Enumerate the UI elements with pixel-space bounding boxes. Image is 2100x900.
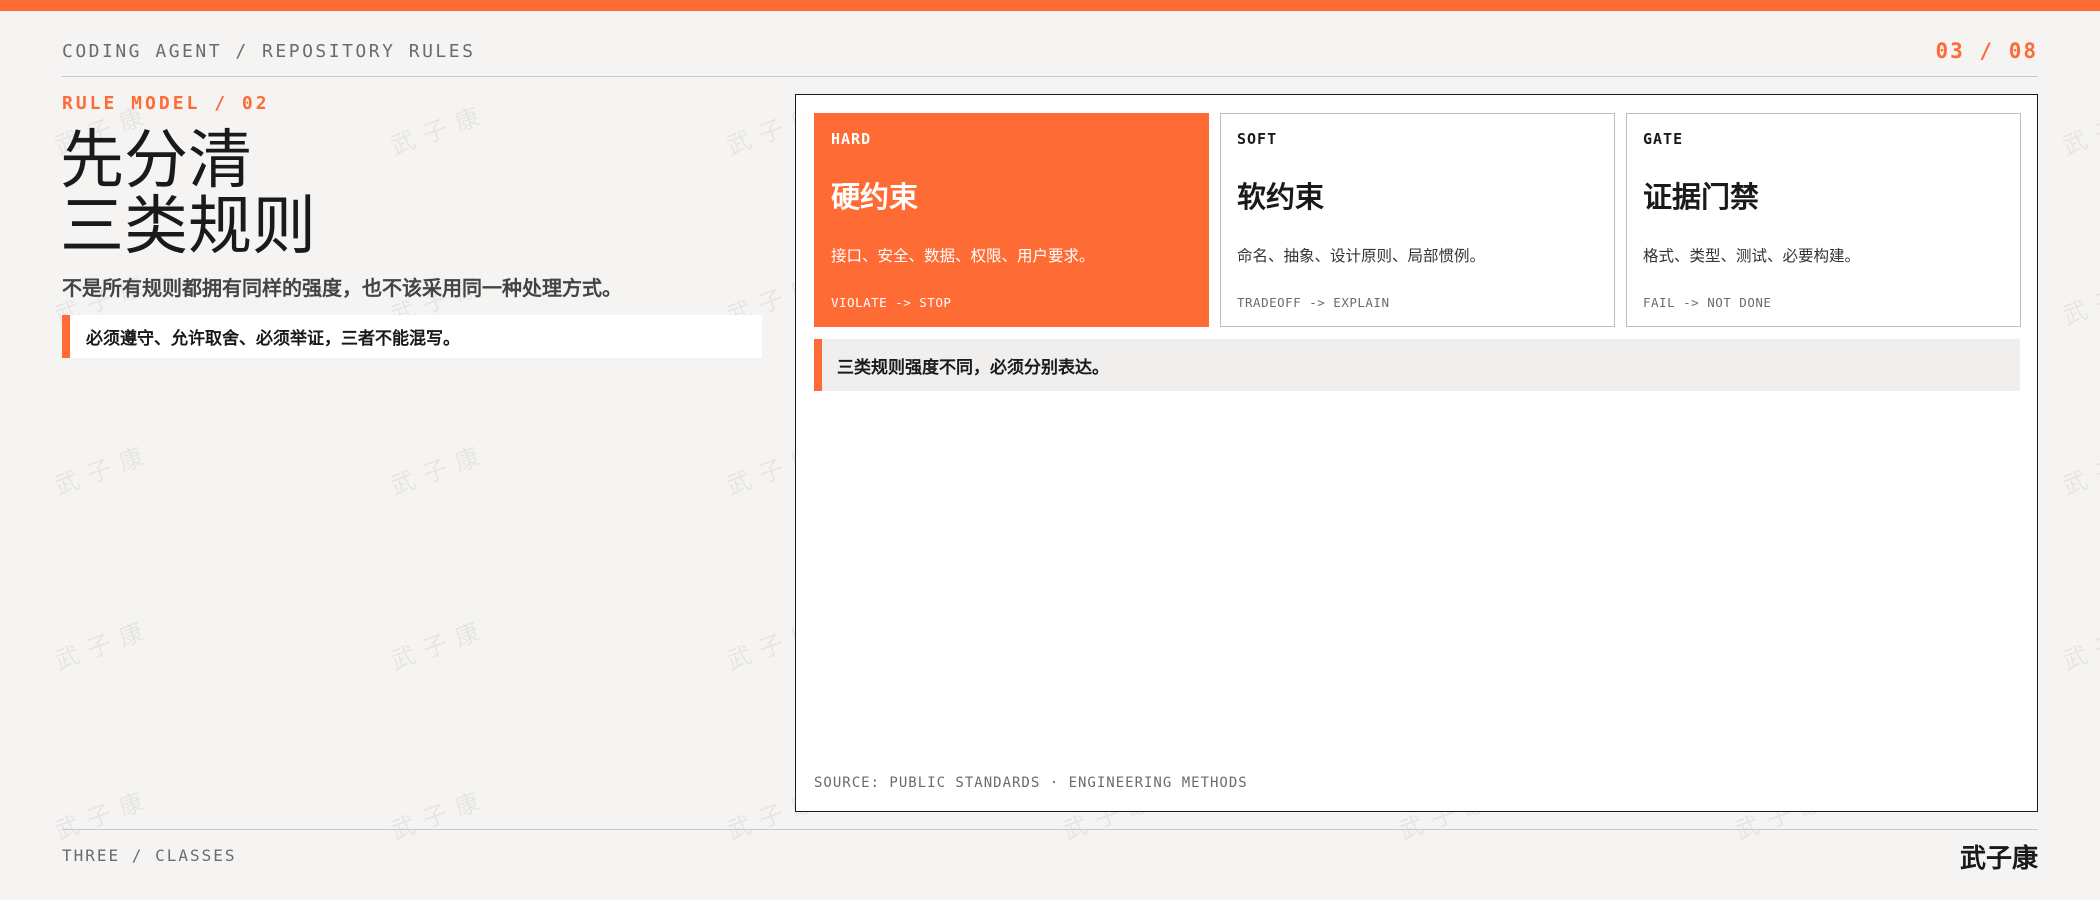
card-heading: 证据门禁 <box>1643 180 1760 214</box>
watermark: 武子康 <box>2059 614 2100 676</box>
watermark: 武子康 <box>2059 99 2100 161</box>
card-description: 格式、类型、测试、必要构建。 <box>1643 247 1861 265</box>
source-caption: SOURCE: PUBLIC STANDARDS · ENGINEERING M… <box>814 775 1248 791</box>
page-counter: 03 / 08 <box>1935 39 2038 63</box>
card-heading: 软约束 <box>1237 180 1325 214</box>
footer-divider <box>62 829 2038 830</box>
card-rule: FAIL -> NOT DONE <box>1643 295 1772 310</box>
watermark: 武子康 <box>51 784 157 846</box>
title-line-1: 先分清 <box>60 124 252 198</box>
panel-note-text: 三类规则强度不同，必须分别表达。 <box>837 357 1109 378</box>
section-eyebrow: RULE MODEL / 02 <box>62 93 270 114</box>
page-title: 先分清 三类规则 <box>60 128 316 260</box>
watermark: 武子康 <box>51 439 157 501</box>
watermark: 武子康 <box>51 614 157 676</box>
card-tag: SOFT <box>1237 130 1278 148</box>
card-description: 命名、抽象、设计原则、局部惯例。 <box>1237 247 1486 265</box>
watermark: 武子康 <box>2059 439 2100 501</box>
card-rule: TRADEOFF -> EXPLAIN <box>1237 295 1390 310</box>
header-divider <box>62 76 2038 77</box>
watermark: 武子康 <box>387 439 493 501</box>
page-subtitle: 不是所有规则都拥有同样的强度，也不该采用同一种处理方式。 <box>62 276 622 300</box>
watermark: 武子康 <box>387 614 493 676</box>
author-name: 武子康 <box>1959 844 2038 874</box>
rules-panel: HARD 硬约束 接口、安全、数据、权限、用户要求。 VIOLATE -> ST… <box>795 94 2038 812</box>
breadcrumb: CODING AGENT / REPOSITORY RULES <box>62 41 476 62</box>
card-hard: HARD 硬约束 接口、安全、数据、权限、用户要求。 VIOLATE -> ST… <box>814 113 1209 327</box>
panel-note: 三类规则强度不同，必须分别表达。 <box>814 339 2020 391</box>
card-gate: GATE 证据门禁 格式、类型、测试、必要构建。 FAIL -> NOT DON… <box>1626 113 2021 327</box>
watermark: 武子康 <box>2059 269 2100 331</box>
card-soft: SOFT 软约束 命名、抽象、设计原则、局部惯例。 TRADEOFF -> EX… <box>1220 113 1615 327</box>
top-accent-bar <box>0 0 2100 11</box>
card-description: 接口、安全、数据、权限、用户要求。 <box>831 247 1095 265</box>
footer-label: THREE / CLASSES <box>62 846 237 865</box>
card-rule: VIOLATE -> STOP <box>831 295 952 310</box>
title-line-2: 三类规则 <box>60 190 316 264</box>
watermark: 武子康 <box>387 99 493 161</box>
card-heading: 硬约束 <box>831 180 919 214</box>
card-tag: GATE <box>1643 130 1684 148</box>
watermark: 武子康 <box>387 784 493 846</box>
callout-text: 必须遵守、允许取舍、必须举证，三者不能混写。 <box>86 329 460 349</box>
card-tag: HARD <box>831 130 872 148</box>
callout-box: 必须遵守、允许取舍、必须举证，三者不能混写。 <box>62 315 762 358</box>
